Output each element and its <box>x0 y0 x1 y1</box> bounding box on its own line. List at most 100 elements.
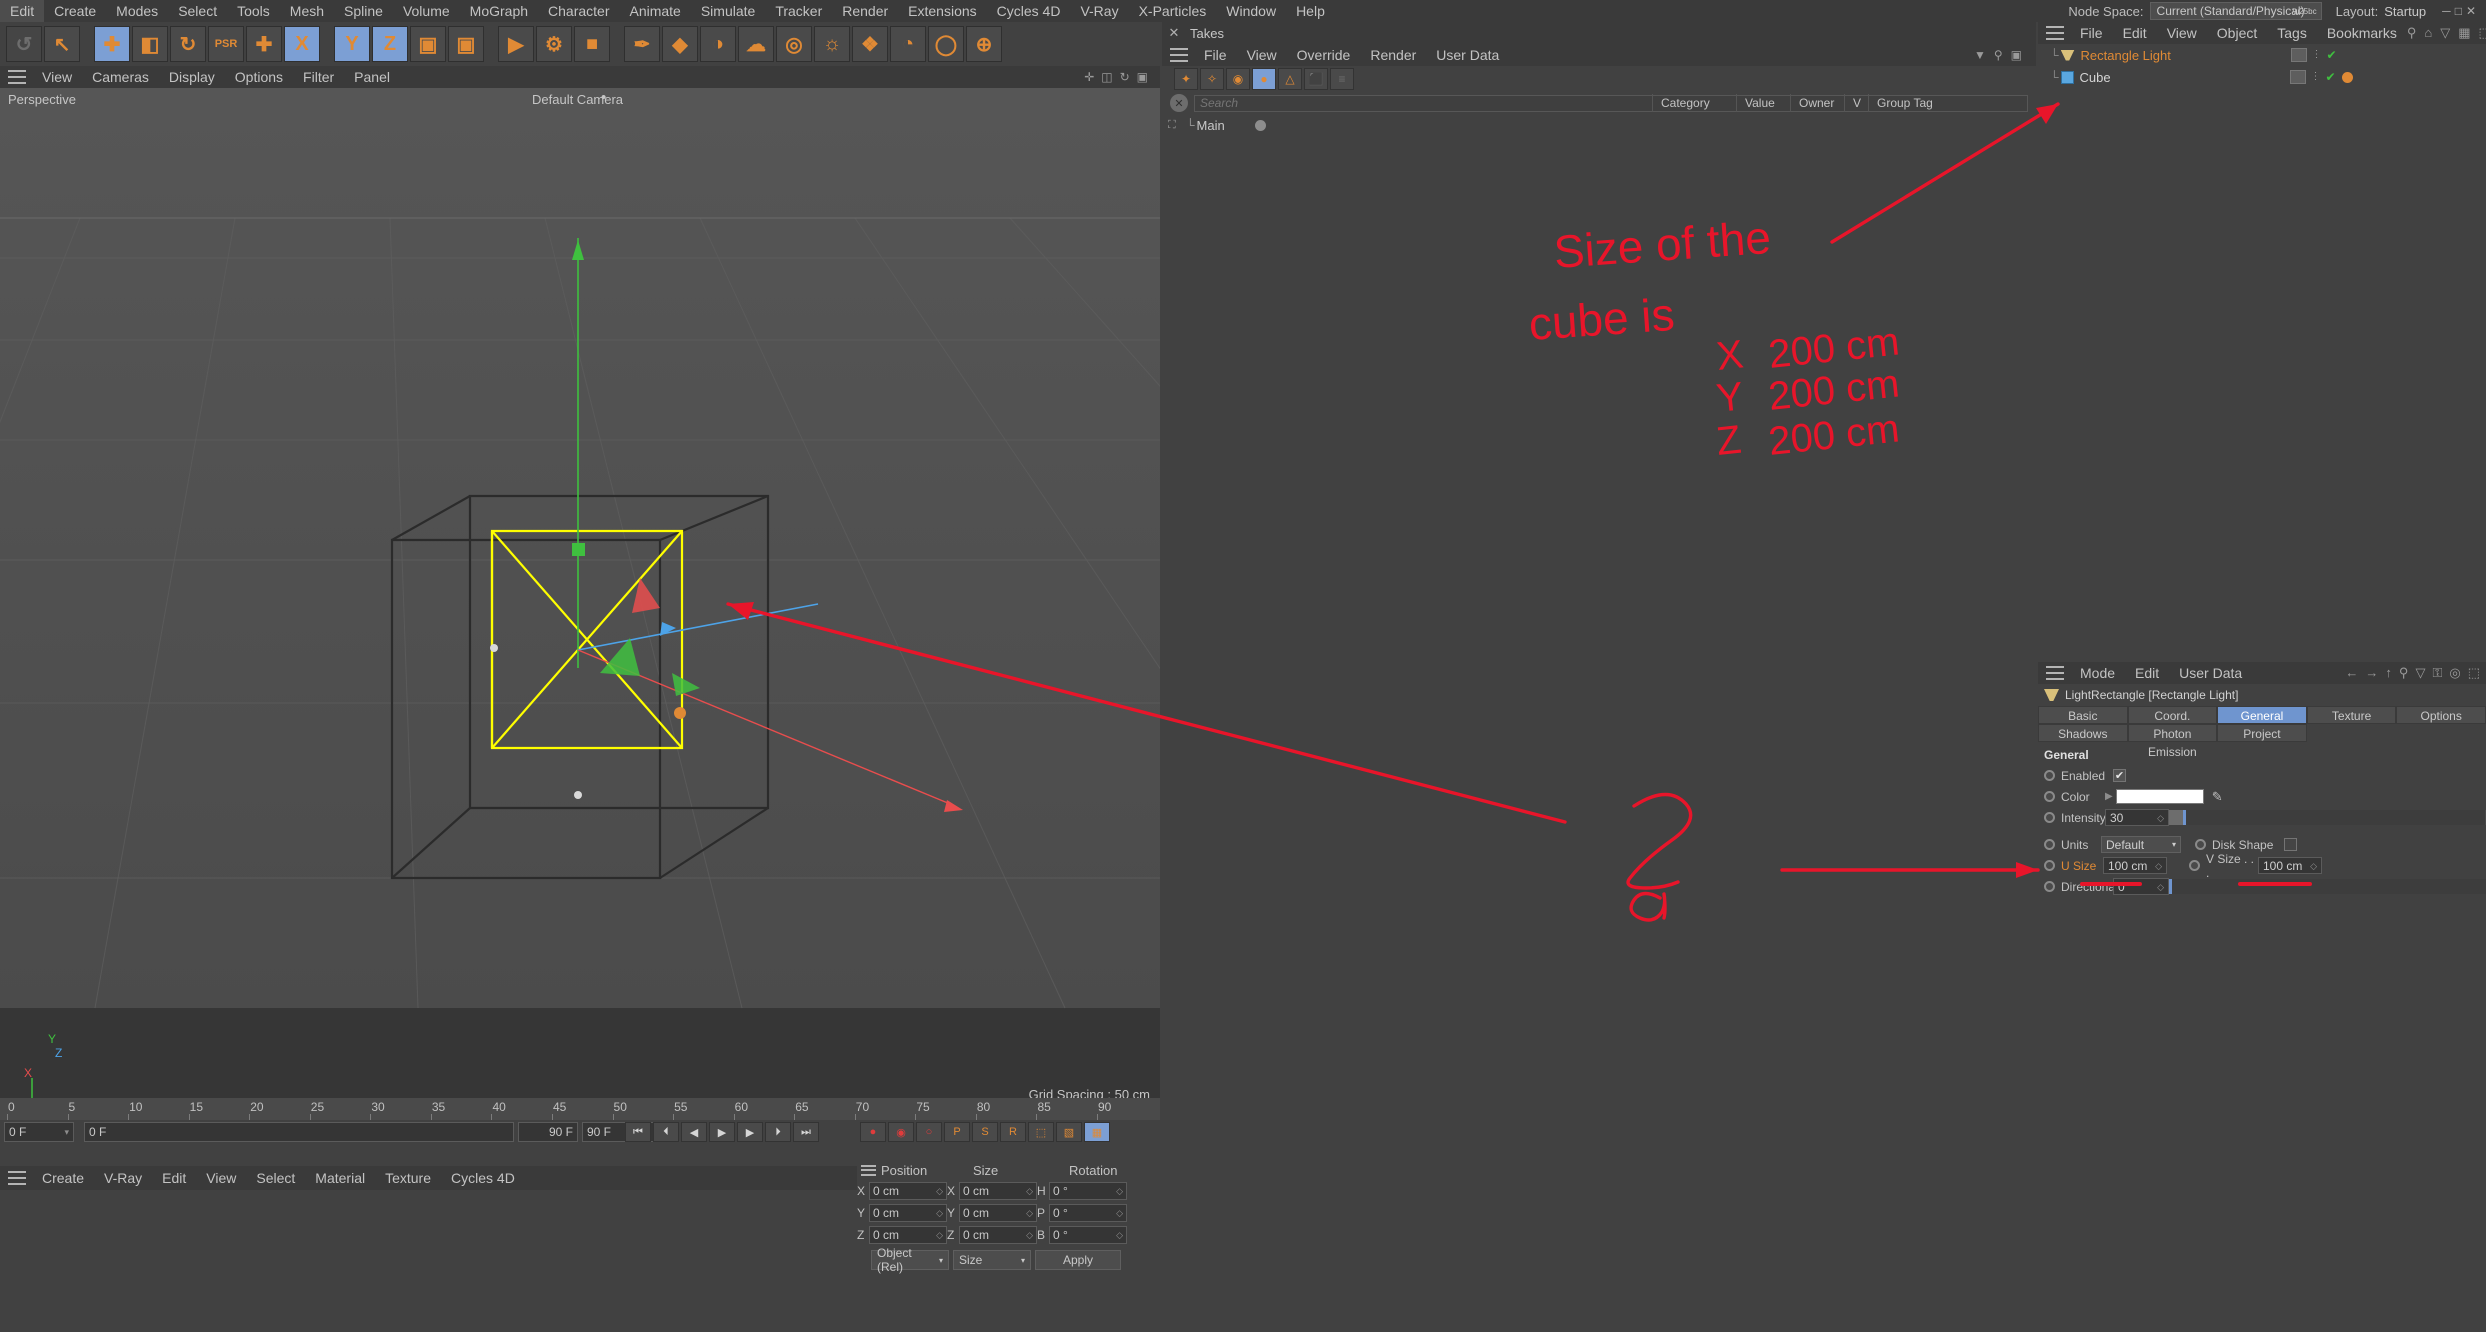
go-to-start-button[interactable]: ⏮ <box>625 1122 651 1142</box>
take-marker-icon[interactable]: ⛶ <box>1168 119 1186 132</box>
menu-item-v-ray[interactable]: V-Ray <box>1070 0 1128 22</box>
menu-item-select[interactable]: Select <box>168 0 227 22</box>
object-axis-icon[interactable]: ▣ <box>410 26 446 62</box>
takes-column-category[interactable]: Category <box>1652 94 1736 112</box>
axis-x-lock-icon[interactable]: X <box>284 26 320 62</box>
viewport-menu-icon[interactable] <box>8 70 26 84</box>
object-tag-icon[interactable] <box>2289 70 2306 84</box>
object-enabled-icon[interactable]: ✔ <box>2326 70 2336 84</box>
menu-item-create[interactable]: Create <box>44 0 106 22</box>
spinner-icon[interactable]: ◇ <box>2157 882 2164 891</box>
end-frame-field[interactable]: 90 F <box>518 1122 578 1142</box>
menu-item-spline[interactable]: Spline <box>334 0 393 22</box>
move-tool-icon[interactable]: ✚ <box>94 26 130 62</box>
layout-value[interactable]: Startup <box>2384 4 2426 19</box>
node-space-select[interactable]: Current (Standard/Physical) \u25bc <box>2149 2 2322 20</box>
takes-column-v[interactable]: V <box>1844 94 1868 112</box>
spinner-icon[interactable]: ◇ <box>936 1231 943 1240</box>
takes-column-owner[interactable]: Owner <box>1790 94 1844 112</box>
size-input-X[interactable]: 0 cm ◇ <box>959 1182 1037 1200</box>
material-menu-item-edit[interactable]: Edit <box>152 1167 196 1189</box>
forward-arrow-icon[interactable]: → <box>2365 665 2378 681</box>
object-menu-item-tags[interactable]: Tags <box>2267 22 2317 44</box>
start-frame-field[interactable]: 0 F <box>84 1122 514 1142</box>
bend-deformer-icon[interactable]: ◑ <box>700 26 736 62</box>
enabled-checkbox[interactable]: ✔ <box>2113 769 2126 782</box>
back-arrow-icon[interactable]: ← <box>2345 665 2358 681</box>
menu-item-x-particles[interactable]: X-Particles <box>1129 0 1217 22</box>
spinner-icon[interactable]: ◇ <box>1116 1231 1123 1240</box>
spinner-icon[interactable]: ▾ <box>64 1128 69 1137</box>
attribute-menu-item-user-data[interactable]: User Data <box>2169 662 2252 684</box>
takes-column-value[interactable]: Value <box>1736 94 1790 112</box>
attribute-menu-icon[interactable] <box>2046 666 2064 680</box>
takes-column-group-tag[interactable]: Group Tag <box>1868 94 1958 112</box>
object-menu-item-file[interactable]: File <box>2070 22 2113 44</box>
filter-icon[interactable]: ▽ <box>2440 25 2450 41</box>
position-input-Y[interactable]: 0 cm ◇ <box>869 1204 947 1222</box>
maximize-icon[interactable]: □ <box>2455 4 2462 18</box>
intensity-input[interactable]: 30 ◇ <box>2105 809 2169 826</box>
current-frame-field[interactable]: 0 F ▾ <box>4 1122 74 1142</box>
material-menu-item-select[interactable]: Select <box>246 1167 305 1189</box>
scale-tool-icon[interactable]: ◧ <box>132 26 168 62</box>
rotation-input-H[interactable]: 0 ° ◇ <box>1049 1182 1127 1200</box>
rotation-input-B[interactable]: 0 ° ◇ <box>1049 1226 1127 1244</box>
animate-dot-icon[interactable] <box>2044 770 2055 781</box>
position-input-X[interactable]: 0 cm ◇ <box>869 1182 947 1200</box>
panel-icon[interactable]: ⬚ <box>2468 665 2480 681</box>
autokeying-button[interactable]: ◉ <box>888 1122 914 1142</box>
step-forward-button[interactable]: ▶ <box>737 1122 763 1142</box>
takes-menu-item-user-data[interactable]: User Data <box>1426 44 1509 66</box>
takes-menu-item-override[interactable]: Override <box>1287 44 1361 66</box>
expand-arrow-icon[interactable]: ▶ <box>2105 791 2113 802</box>
undo-icon[interactable]: ↺ <box>6 26 42 62</box>
axis-z-lock-icon[interactable]: Z <box>372 26 408 62</box>
magnet-icon[interactable]: ⊕ <box>966 26 1002 62</box>
attribute-tab-general[interactable]: General <box>2217 706 2307 724</box>
field-icon[interactable]: ◯ <box>928 26 964 62</box>
animate-dot-icon[interactable] <box>2044 881 2055 892</box>
object-row-cube[interactable]: └ Cube ⋮ ✔ <box>2038 66 2486 88</box>
takes-menu-item-view[interactable]: View <box>1237 44 1287 66</box>
keyframe-selection-button[interactable]: ○ <box>916 1122 942 1142</box>
keyframe-mode-button[interactable]: ▦ <box>1084 1122 1110 1142</box>
viewport-scale-icon[interactable]: ◫ <box>1101 70 1112 84</box>
takes-menu-item-render[interactable]: Render <box>1360 44 1426 66</box>
auto-take-icon[interactable]: ◉ <box>1226 68 1250 90</box>
environment-icon[interactable]: ☁ <box>738 26 774 62</box>
pla-key-button[interactable]: ▧ <box>1056 1122 1082 1142</box>
menu-item-character[interactable]: Character <box>538 0 619 22</box>
material-menu-item-texture[interactable]: Texture <box>375 1167 441 1189</box>
material-menu-item-view[interactable]: View <box>196 1167 246 1189</box>
viewport-rotate-icon[interactable]: ↻ <box>1120 70 1130 84</box>
intensity-slider-track[interactable] <box>2186 810 2486 825</box>
animate-dot-icon[interactable] <box>2189 860 2200 871</box>
attribute-menu-item-edit[interactable]: Edit <box>2125 662 2169 684</box>
object-enabled-icon[interactable]: ✔ <box>2327 48 2337 62</box>
eyedropper-icon[interactable]: ✎ <box>2212 789 2223 805</box>
home-icon[interactable]: ⌂ <box>2424 25 2432 41</box>
material-menu-item-v-ray[interactable]: V-Ray <box>94 1167 152 1189</box>
spinner-icon[interactable]: ◇ <box>2157 813 2164 822</box>
clear-search-icon[interactable]: ✕ <box>1170 94 1188 112</box>
attribute-tab-texture[interactable]: Texture <box>2306 706 2397 724</box>
camera-override-icon[interactable]: △ <box>1278 68 1302 90</box>
coordinate-mode-select[interactable]: Object (Rel) ▾ <box>871 1246 949 1274</box>
expand-icon[interactable]: ⬚ <box>2479 25 2486 41</box>
menu-item-mograph[interactable]: MoGraph <box>460 0 538 22</box>
scale-key-button[interactable]: S <box>972 1122 998 1142</box>
viewport-maximize-icon[interactable]: ▣ <box>1137 70 1148 84</box>
intensity-slider-fill[interactable] <box>2169 810 2183 825</box>
animate-dot-icon[interactable] <box>2044 791 2055 802</box>
attribute-tab-project[interactable]: Project <box>2217 724 2307 742</box>
object-row-rectangle-light[interactable]: └ Rectangle Light ⋮ ✔ <box>2038 44 2486 66</box>
takes-menu-icon[interactable] <box>1170 48 1188 62</box>
spline-pen-icon[interactable]: ✒ <box>624 26 660 62</box>
axis-y-lock-icon[interactable]: Y <box>334 26 370 62</box>
deformer-icon[interactable]: ◔ <box>890 26 926 62</box>
render-settings-icon[interactable]: ⚙ <box>536 26 572 62</box>
menu-item-tracker[interactable]: Tracker <box>765 0 832 22</box>
spinner-icon[interactable]: ◇ <box>2155 861 2162 870</box>
viewport-canvas[interactable]: Perspective Default Camera • Grid Spacin… <box>0 88 1160 1108</box>
